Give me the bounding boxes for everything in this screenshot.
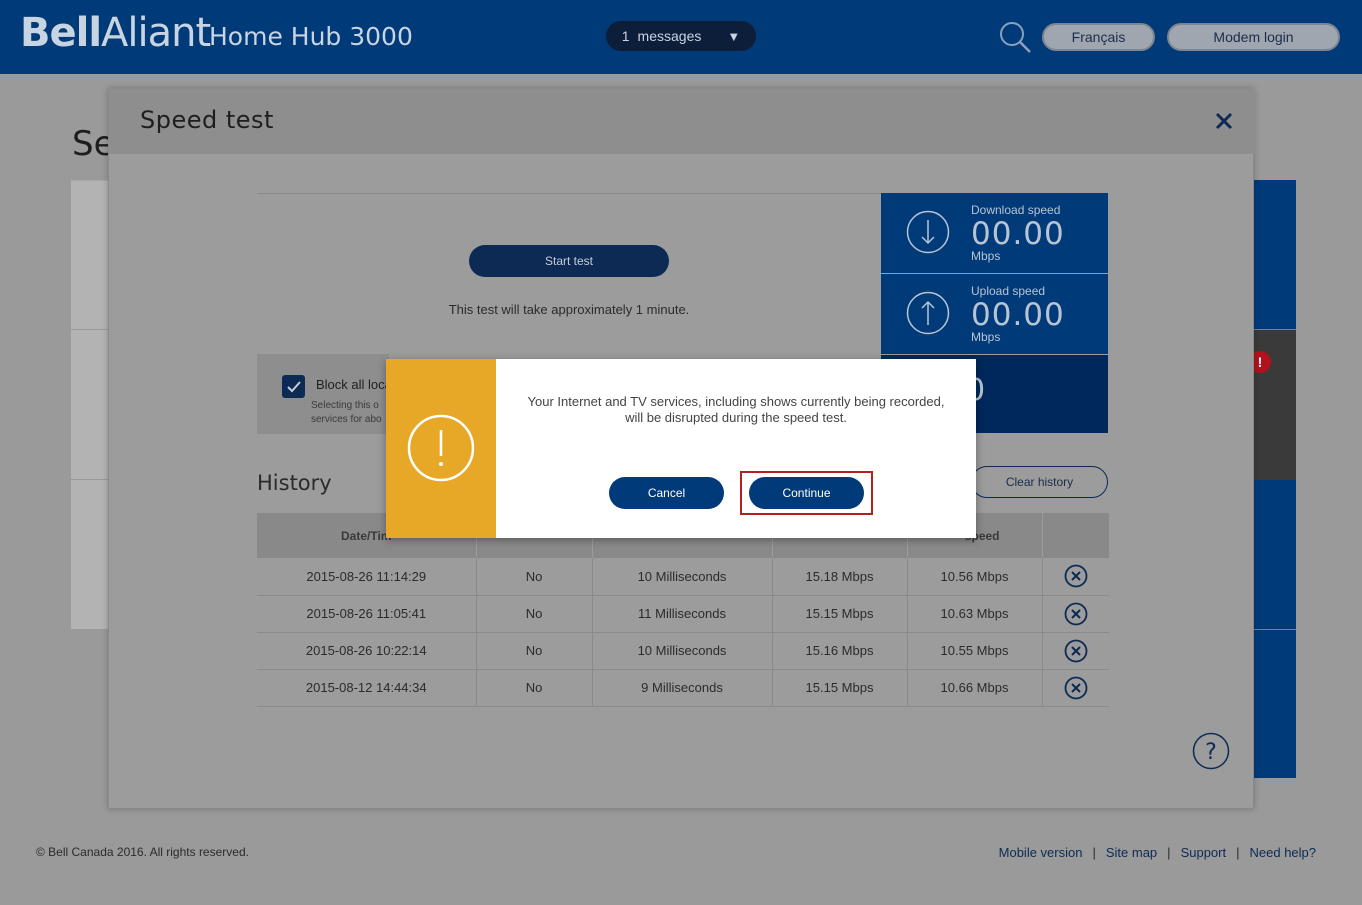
- history-table: Date/Tim speed 2015-08-26 11:14:29 No 10…: [257, 513, 1109, 707]
- dialog-warning-stripe: [386, 359, 496, 538]
- block-services-option: Block all loca Selecting this o services…: [257, 354, 392, 434]
- cell-upload: 10.66 Mbps: [907, 669, 1043, 707]
- messages-dropdown[interactable]: 1 messages ▼: [606, 21, 756, 51]
- separator: |: [1092, 845, 1096, 860]
- upload-arrow-icon: [906, 291, 950, 335]
- cell-date: 2015-08-26 10:22:14: [257, 632, 477, 670]
- continue-button[interactable]: Continue: [749, 477, 864, 509]
- table-row: 2015-08-26 11:14:29 No 10 Milliseconds 1…: [257, 558, 1109, 596]
- clear-history-button[interactable]: Clear history: [971, 466, 1108, 498]
- cell-blocked: No: [476, 669, 593, 707]
- test-duration-note: This test will take approximately 1 minu…: [448, 302, 690, 317]
- caret-down-icon: ▼: [727, 28, 741, 44]
- cell-ping: 10 Milliseconds: [592, 558, 773, 596]
- panel-divider: [1254, 629, 1296, 630]
- upload-speed-tile: Upload speed 00.00 Mbps: [881, 274, 1108, 354]
- table-row: 2015-08-12 14:44:34 No 9 Milliseconds 15…: [257, 669, 1109, 707]
- product-name: Home Hub 3000: [209, 22, 413, 51]
- footer-links: Mobile version | Site map | Support | Ne…: [999, 845, 1316, 860]
- cell-download: 15.16 Mbps: [772, 632, 908, 670]
- remove-icon[interactable]: [1064, 676, 1088, 700]
- site-map-link[interactable]: Site map: [1106, 845, 1157, 860]
- card-divider: [71, 479, 111, 480]
- dialog-message: Your Internet and TV services, including…: [527, 394, 945, 425]
- cell-remove: [1042, 595, 1109, 633]
- cell-blocked: No: [476, 632, 593, 670]
- disruption-warning-dialog: Your Internet and TV services, including…: [386, 359, 976, 538]
- need-help-link[interactable]: Need help?: [1250, 845, 1317, 860]
- card-divider: [71, 329, 111, 330]
- separator: |: [1236, 845, 1240, 860]
- cell-date: 2015-08-12 14:44:34: [257, 669, 477, 707]
- download-speed-unit: Mbps: [971, 249, 1001, 263]
- cell-download: 15.18 Mbps: [772, 558, 908, 596]
- column-header: [1042, 513, 1109, 558]
- block-services-label: Block all loca: [316, 377, 392, 392]
- modem-login-button[interactable]: Modem login: [1167, 23, 1340, 51]
- exclamation-icon: [407, 414, 475, 482]
- download-speed-label: Download speed: [971, 203, 1061, 217]
- cell-upload: 10.55 Mbps: [907, 632, 1043, 670]
- table-row: 2015-08-26 11:05:41 No 11 Milliseconds 1…: [257, 595, 1109, 633]
- cell-date: 2015-08-26 11:05:41: [257, 595, 477, 633]
- messages-count: 1: [621, 28, 630, 44]
- cell-download: 15.15 Mbps: [772, 669, 908, 707]
- top-navigation-bar: BellAliant Home Hub 3000 1 messages ▼ Fr…: [0, 0, 1362, 74]
- cell-date: 2015-08-26 11:14:29: [257, 558, 477, 596]
- download-speed-value: 00.00: [971, 216, 1065, 252]
- background-side-panel: [1254, 180, 1296, 778]
- upload-speed-value: 00.00: [971, 297, 1065, 333]
- cell-blocked: No: [476, 595, 593, 633]
- cell-remove: [1042, 669, 1109, 707]
- remove-icon[interactable]: [1064, 602, 1088, 626]
- cell-ping: 11 Milliseconds: [592, 595, 773, 633]
- block-services-checkbox[interactable]: [282, 375, 305, 398]
- close-icon[interactable]: [1212, 109, 1236, 133]
- help-icon[interactable]: ?: [1192, 732, 1230, 770]
- cell-blocked: No: [476, 558, 593, 596]
- modal-header: Speed test: [109, 89, 1255, 154]
- upload-speed-unit: Mbps: [971, 330, 1001, 344]
- cell-upload: 10.63 Mbps: [907, 595, 1043, 633]
- background-device-card: [71, 180, 111, 629]
- divider: [257, 193, 881, 194]
- remove-icon[interactable]: [1064, 564, 1088, 588]
- cell-upload: 10.56 Mbps: [907, 558, 1043, 596]
- history-heading: History: [257, 471, 332, 495]
- cell-ping: 10 Milliseconds: [592, 632, 773, 670]
- cancel-button[interactable]: Cancel: [609, 477, 724, 509]
- support-link[interactable]: Support: [1181, 845, 1227, 860]
- cell-remove: [1042, 632, 1109, 670]
- bell-aliant-logo[interactable]: BellAliant: [20, 10, 211, 56]
- language-button[interactable]: Français: [1042, 23, 1155, 51]
- cell-remove: [1042, 558, 1109, 596]
- table-row: 2015-08-26 10:22:14 No 10 Milliseconds 1…: [257, 632, 1109, 670]
- download-speed-tile: Download speed 00.00 Mbps: [881, 193, 1108, 273]
- separator: |: [1167, 845, 1171, 860]
- svg-text:?: ?: [1205, 740, 1217, 765]
- mobile-version-link[interactable]: Mobile version: [999, 845, 1083, 860]
- download-arrow-icon: [906, 210, 950, 254]
- messages-label: messages: [637, 28, 702, 44]
- start-test-button[interactable]: Start test: [469, 245, 669, 277]
- remove-icon[interactable]: [1064, 639, 1088, 663]
- copyright-text: © Bell Canada 2016. All rights reserved.: [36, 845, 249, 859]
- block-services-description: Selecting this o services for abo: [311, 400, 382, 425]
- search-icon[interactable]: [998, 20, 1032, 54]
- upload-speed-label: Upload speed: [971, 284, 1046, 298]
- modal-title: Speed test: [140, 106, 274, 134]
- cell-ping: 9 Milliseconds: [592, 669, 773, 707]
- checkmark-icon: [286, 380, 301, 392]
- cell-download: 15.15 Mbps: [772, 595, 908, 633]
